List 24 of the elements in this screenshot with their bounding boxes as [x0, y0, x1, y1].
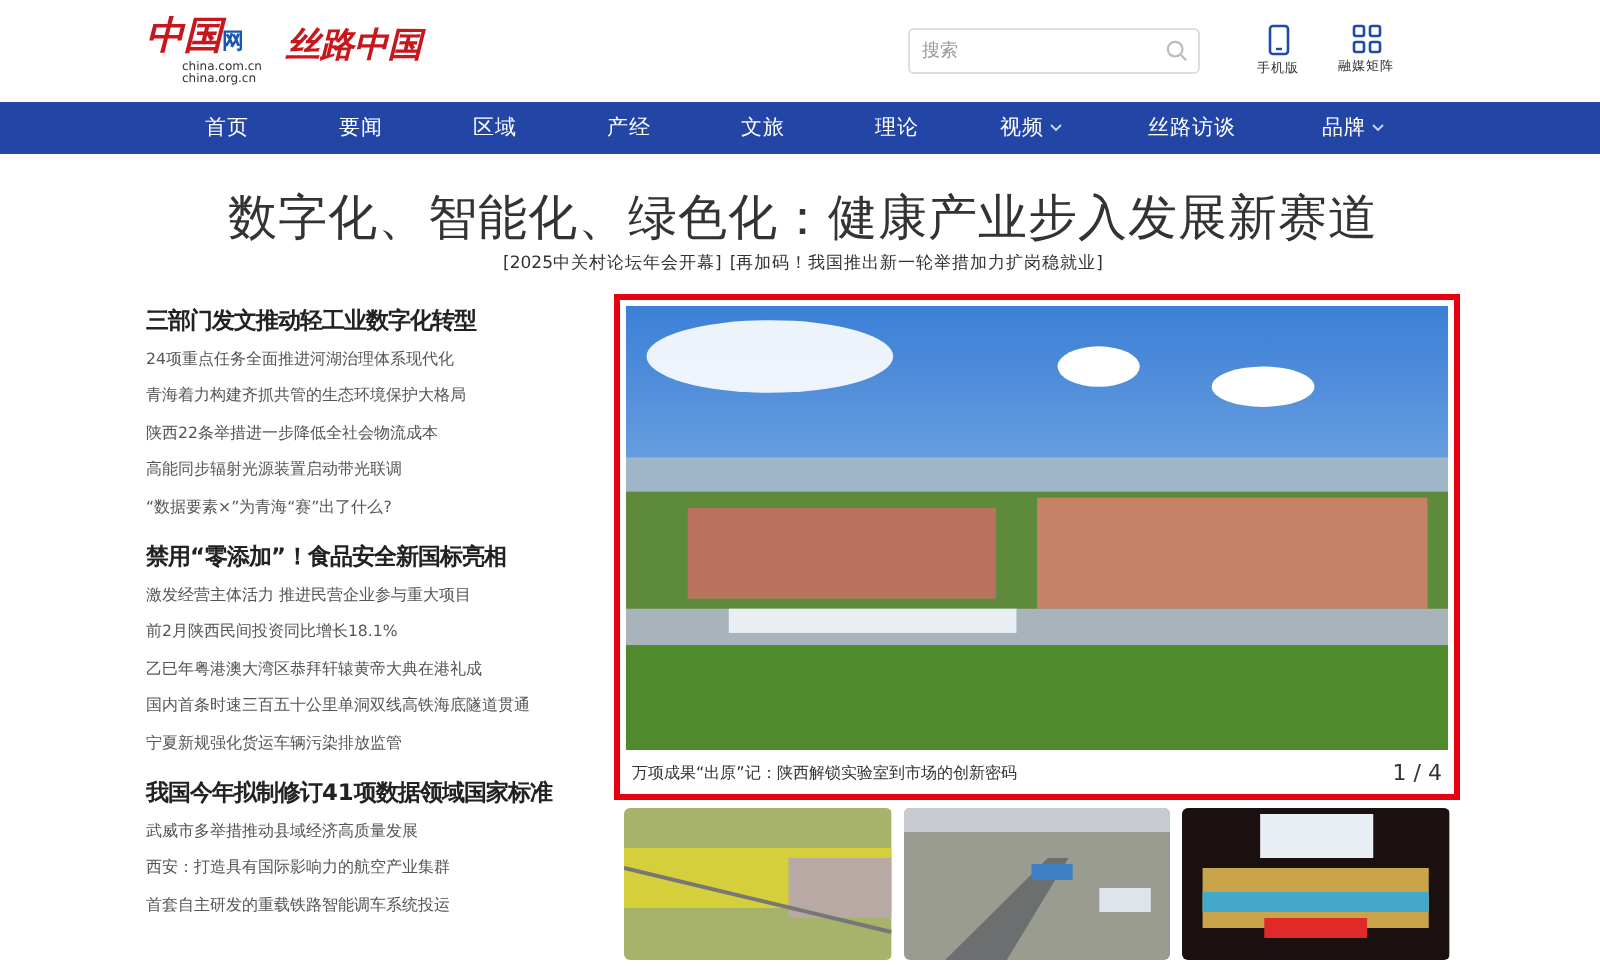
- slide-counter: 1 / 4: [1392, 759, 1442, 785]
- headline-title[interactable]: 数字化、智能化、绿色化：健康产业步入发展新赛道: [146, 186, 1460, 250]
- nav-link[interactable]: 要闻: [294, 114, 428, 142]
- news-headline[interactable]: 我国今年拟制修订41项数据领域国家标准: [146, 770, 598, 815]
- nav-link[interactable]: 品牌: [1286, 114, 1420, 142]
- news-headline[interactable]: 禁用“零添加”！食品安全新国标亮相: [146, 534, 598, 579]
- headline-link[interactable]: [2025中关村论坛年会开幕]: [503, 254, 722, 274]
- slide-caption[interactable]: 万项成果“出原”记：陕西解锁实验室到市场的创新密码: [632, 761, 1017, 783]
- nav-link[interactable]: 丝路访谈: [1098, 114, 1286, 142]
- search-field[interactable]: 搜索: [908, 28, 1200, 74]
- headline-link[interactable]: [再加码！我国推出新一轮举措加力扩岗稳就业]: [729, 254, 1103, 274]
- nav-link[interactable]: 区域: [428, 114, 562, 142]
- nav-link[interactable]: 首页: [160, 114, 294, 142]
- nav-link[interactable]: 文旅: [696, 114, 830, 142]
- photo-placeholder[interactable]: [1182, 808, 1451, 960]
- news-headline[interactable]: 三部门发文推动轻工业数字化转型: [146, 298, 598, 342]
- phone-icon: [1267, 24, 1289, 56]
- grid-icon: [1351, 24, 1381, 54]
- logo-text: 中国网: [146, 16, 244, 61]
- nav-link[interactable]: 视频: [964, 114, 1098, 142]
- nav-link[interactable]: 产经: [562, 114, 696, 142]
- nav-link[interactable]: 理论: [830, 114, 964, 142]
- slideshow[interactable]: 万项成果“出原”记：陕西解锁实验室到市场的创新密码 1 / 4: [614, 294, 1460, 800]
- brand-logo[interactable]: 丝路中国: [285, 22, 422, 68]
